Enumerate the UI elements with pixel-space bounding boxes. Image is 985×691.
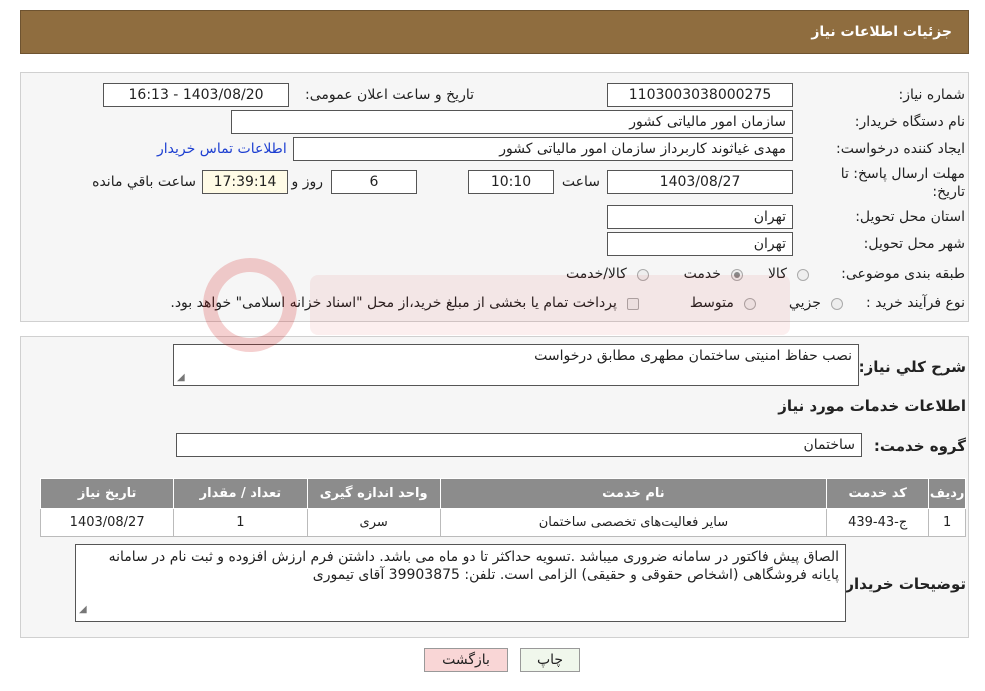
treasury-checkbox-row[interactable]: پرداخت تمام یا بخشی از مبلغ خرید،از محل …	[170, 295, 639, 311]
col-row-number: رديف	[928, 478, 966, 509]
resize-grip-icon[interactable]: ◢	[79, 601, 87, 619]
treasury-checkbox[interactable]	[627, 297, 639, 310]
page-title: جزئیات اطلاعات نیاز	[811, 24, 952, 40]
remaining-label: ساعت باقي مانده	[92, 174, 196, 190]
col-unit: واحد اندازه گیری	[306, 478, 441, 509]
city-label: شهر محل تحویل:	[863, 236, 965, 252]
cell-unit: سری	[306, 508, 441, 537]
deadline-time-label: ساعت	[561, 174, 600, 190]
buyer-notes-text: الصاق پیش فاکتور در سامانه ضروری میباشد …	[108, 549, 839, 583]
creator-field: مهدی غیاثوند کاربرداز سازمان امور مالیات…	[293, 137, 793, 161]
page-header: جزئیات اطلاعات نیاز	[20, 10, 969, 54]
buyer-field: سازمان امور مالیاتی کشور	[231, 110, 793, 134]
category-service-radio[interactable]	[731, 268, 743, 281]
cell-quantity: 1	[173, 508, 308, 537]
announce-label: تاریخ و ساعت اعلان عمومی:	[305, 87, 474, 103]
service-group-field: ساختمان	[176, 433, 862, 457]
need-number-field: 1103003038000275	[607, 83, 793, 107]
category-option-goods[interactable]: کالا	[768, 266, 809, 282]
province-field: تهران	[607, 205, 793, 229]
print-button[interactable]: چاپ	[520, 648, 580, 672]
days-label: روز و	[291, 174, 324, 190]
cell-service-name: سایر فعالیت‌های تخصصی ساختمان	[439, 508, 828, 537]
province-label: استان محل تحویل:	[855, 209, 965, 225]
category-goods-label: کالا	[767, 266, 787, 282]
services-table-header: رديف کد خدمت نام خدمت واحد اندازه گیری ت…	[39, 478, 966, 509]
description-text: نصب حفاظ امنیتی ساختمان مطهری مطابق درخو…	[534, 348, 852, 364]
days-field: 6	[331, 170, 417, 194]
category-option-goods-service[interactable]: کالا/خدمت	[566, 266, 649, 282]
buyer-notes-label: توضيحات خريدار:	[839, 575, 966, 593]
deadline-date-field: 1403/08/27	[607, 170, 793, 194]
cell-service-code: ج-43-439	[826, 508, 930, 537]
process-label: نوع فرآیند خرید :	[866, 295, 965, 311]
process-note: پرداخت تمام یا بخشی از مبلغ خرید،از محل …	[170, 295, 617, 311]
city-field: تهران	[607, 232, 793, 256]
remaining-time-field: 17:39:14	[202, 170, 288, 194]
category-goods-radio[interactable]	[797, 268, 809, 281]
deadline-time-field: 10:10	[468, 170, 554, 194]
col-quantity: تعداد / مقدار	[173, 478, 308, 509]
category-label: طبقه بندی موضوعی:	[841, 266, 965, 282]
services-table: رديف کد خدمت نام خدمت واحد اندازه گیری ت…	[39, 478, 966, 537]
creator-label: ایجاد کننده درخواست:	[836, 141, 965, 157]
cell-row-number: 1	[928, 508, 966, 537]
back-button[interactable]: بازگشت	[424, 648, 508, 672]
services-section-title: اطلاعات خدمات مورد نياز	[778, 397, 966, 415]
need-number-label: شماره نیاز:	[898, 87, 966, 103]
deadline-label: مهلت ارسال پاسخ: تا	[840, 166, 965, 182]
resize-grip-icon[interactable]: ◢	[177, 372, 185, 383]
col-service-code: کد خدمت	[826, 478, 930, 509]
category-goods-service-label: کالا/خدمت	[565, 266, 627, 282]
category-service-label: خدمت	[683, 266, 721, 282]
process-medium-label: متوسط	[689, 295, 734, 311]
description-field[interactable]: نصب حفاظ امنیتی ساختمان مطهری مطابق درخو…	[173, 344, 859, 386]
process-minor-radio[interactable]	[831, 297, 843, 310]
announce-field: 1403/08/20 - 16:13	[103, 83, 289, 107]
buyer-label: نام دستگاه خریدار:	[854, 114, 965, 130]
deadline-label-date: تاریخ:	[932, 184, 965, 200]
buyer-contact-link[interactable]: اطلاعات تماس خریدار	[157, 141, 287, 157]
process-minor-label: جزیي	[788, 295, 821, 311]
description-label: شرح کلي نياز:	[858, 358, 966, 376]
process-option-medium[interactable]: متوسط	[690, 295, 756, 311]
service-group-label: گروه خدمت:	[873, 437, 966, 455]
col-need-date: تاريخ نياز	[39, 478, 175, 509]
col-service-name: نام خدمت	[439, 478, 828, 509]
buyer-notes-field[interactable]: الصاق پیش فاکتور در سامانه ضروری میباشد …	[75, 544, 846, 622]
table-row: 1 ج-43-439 سایر فعالیت‌های تخصصی ساختمان…	[39, 508, 966, 537]
cell-need-date: 1403/08/27	[39, 508, 175, 537]
process-medium-radio[interactable]	[744, 297, 756, 310]
category-option-service[interactable]: خدمت	[684, 266, 743, 282]
process-option-minor[interactable]: جزیي	[789, 295, 843, 311]
category-goods-service-radio[interactable]	[637, 268, 649, 281]
